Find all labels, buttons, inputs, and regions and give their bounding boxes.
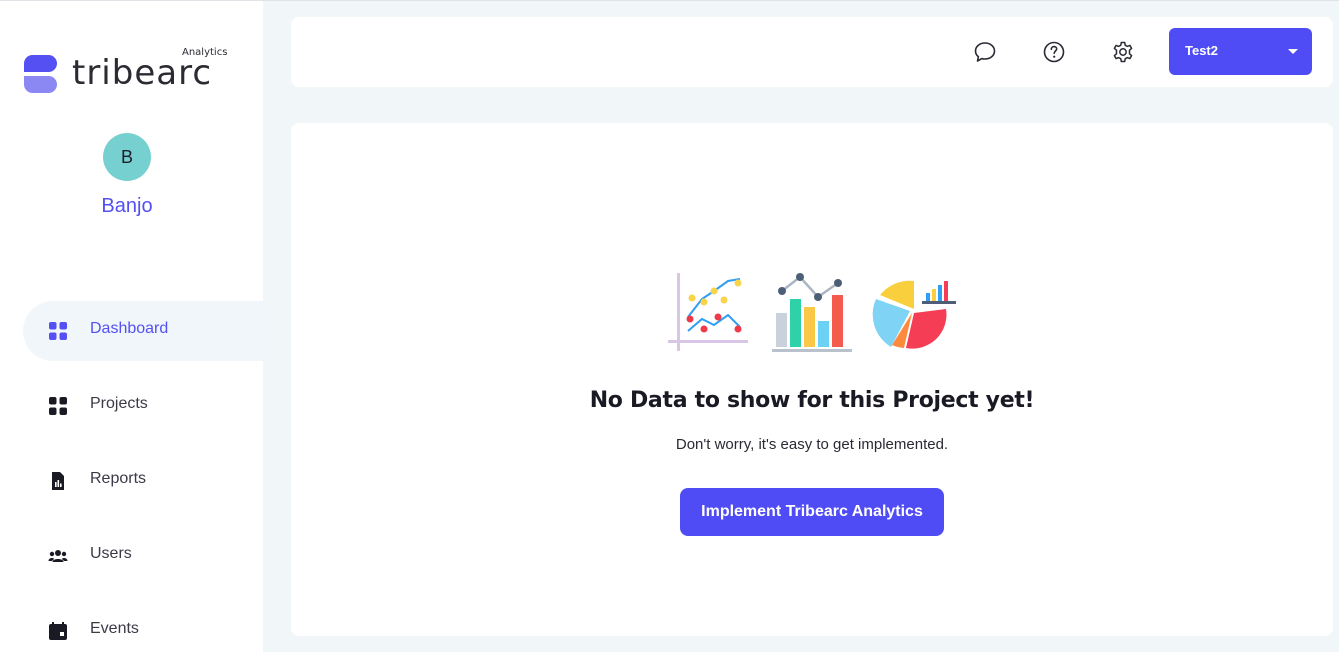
sidebar-item-reports[interactable]: Reports xyxy=(23,451,263,511)
brand-logo[interactable]: tribearc Analytics xyxy=(24,47,234,97)
help-circle-icon[interactable] xyxy=(1042,40,1066,64)
chat-bubble-icon[interactable] xyxy=(973,40,997,64)
bar-chart-icon xyxy=(772,273,852,352)
user-avatar[interactable]: B xyxy=(103,133,151,181)
sidebar: tribearc Analytics B Banjo Dashboard Pro… xyxy=(0,1,263,652)
users-group-icon xyxy=(48,550,68,562)
dashboard-grid-icon xyxy=(49,322,67,340)
line-chart-icon xyxy=(668,273,748,351)
brand-mark-icon xyxy=(24,55,58,93)
implement-analytics-button[interactable]: Implement Tribearc Analytics xyxy=(680,488,944,536)
top-header: Test2 xyxy=(291,17,1333,87)
empty-state-title: No Data to show for this Project yet! xyxy=(589,388,1035,413)
project-selector-value: Test2 xyxy=(1185,43,1218,58)
sidebar-item-events[interactable]: Events xyxy=(23,601,263,652)
chevron-down-icon xyxy=(1288,49,1298,54)
charts-illustration xyxy=(668,273,956,352)
brand-name: tribearc xyxy=(72,53,213,93)
sidebar-item-label: Dashboard xyxy=(90,320,169,337)
sidebar-item-users[interactable]: Users xyxy=(23,526,263,586)
sidebar-item-projects[interactable]: Projects xyxy=(23,376,263,436)
settings-gear-icon[interactable] xyxy=(1111,40,1135,64)
empty-state-subtitle: Don't worry, it's easy to get implemente… xyxy=(675,436,949,453)
project-selector-dropdown[interactable]: Test2 xyxy=(1169,28,1312,75)
sidebar-item-dashboard[interactable]: Dashboard xyxy=(23,301,263,361)
user-name[interactable]: Banjo xyxy=(0,195,254,218)
brand-subtitle: Analytics xyxy=(182,47,228,58)
avatar-initial: B xyxy=(120,146,133,167)
sidebar-item-label: Users xyxy=(90,545,132,562)
projects-grid-icon xyxy=(49,397,67,415)
report-document-icon xyxy=(52,472,64,490)
empty-state-card: No Data to show for this Project yet! Do… xyxy=(291,123,1333,636)
calendar-icon xyxy=(49,622,67,640)
pie-chart-icon xyxy=(872,280,956,349)
sidebar-item-label: Projects xyxy=(90,395,148,412)
sidebar-item-label: Reports xyxy=(90,470,147,487)
sidebar-item-label: Events xyxy=(90,620,139,637)
